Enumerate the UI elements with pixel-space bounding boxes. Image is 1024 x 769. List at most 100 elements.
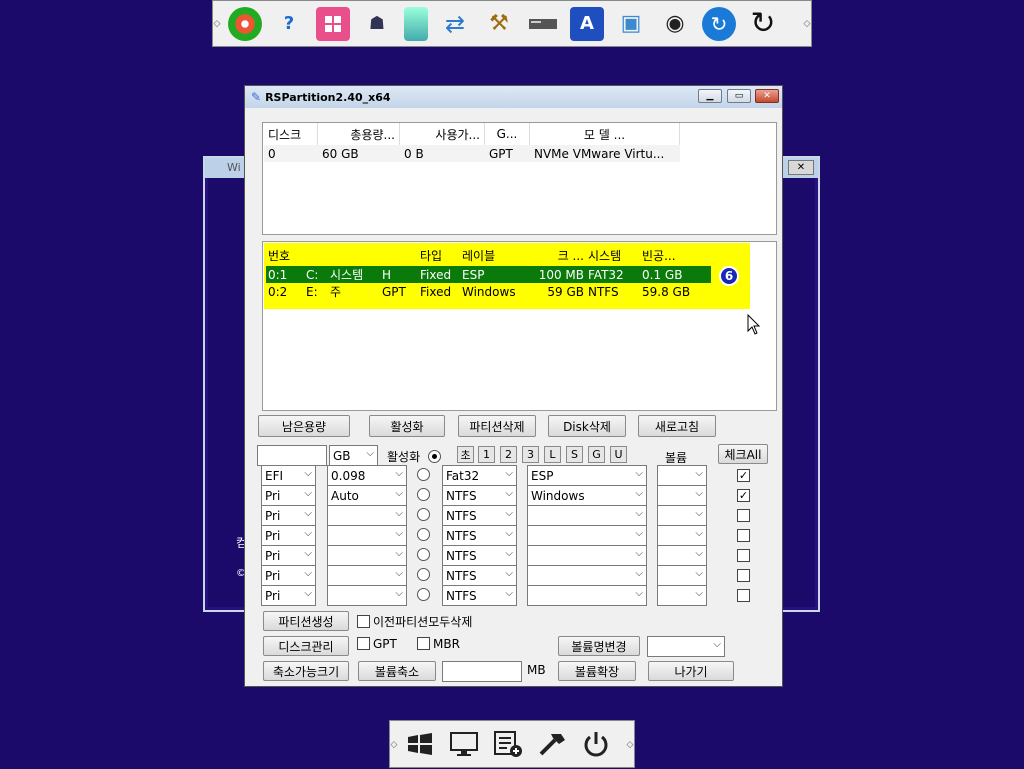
volume-select[interactable]: ⌵: [657, 485, 707, 506]
filesystem-select[interactable]: NTFS ⌵: [442, 505, 517, 526]
close-button[interactable]: ✕: [755, 89, 779, 103]
active-radio[interactable]: [428, 450, 441, 463]
partition-checkbox[interactable]: [737, 589, 750, 602]
mbr-checkbox[interactable]: [417, 637, 430, 650]
background-close-button[interactable]: ✕: [788, 160, 814, 175]
volume-select[interactable]: ⌵: [657, 525, 707, 546]
hammer-icon[interactable]: [534, 726, 570, 762]
exit-button[interactable]: 나가기: [648, 661, 734, 681]
partition-active-radio[interactable]: [417, 488, 430, 501]
partition-list[interactable]: 번호 타입 레이블 크 ... 시스템 빈공... 0:1 C: 시스템 H F…: [262, 241, 777, 411]
drive-icon[interactable]: [526, 7, 560, 41]
init-button-2[interactable]: 2: [500, 446, 517, 463]
windows-tiles-icon[interactable]: [316, 6, 350, 41]
partition-active-radio[interactable]: [417, 548, 430, 561]
total-size-header[interactable]: 총용량...: [318, 123, 400, 145]
partition-type-select[interactable]: Pri ⌵: [261, 505, 316, 526]
sync-icon[interactable]: ↻: [702, 6, 736, 41]
partition-checkbox[interactable]: [737, 529, 750, 542]
partition-size-select[interactable]: ⌵: [327, 545, 407, 566]
disk-management-button[interactable]: 디스크관리: [263, 636, 349, 656]
delete-previous-checkbox[interactable]: [357, 615, 370, 628]
refresh-icon[interactable]: ↻: [746, 6, 780, 41]
volume-select[interactable]: ⌵: [657, 465, 707, 486]
delete-partition-button[interactable]: 파티션삭제: [458, 415, 536, 437]
init-button-1[interactable]: 1: [478, 446, 495, 463]
partition-checkbox[interactable]: [737, 569, 750, 582]
available-header[interactable]: 사용가...: [400, 123, 485, 145]
label-select[interactable]: ⌵: [527, 505, 647, 526]
partition-type-select[interactable]: Pri ⌵: [261, 565, 316, 586]
label-header[interactable]: 레이블: [460, 247, 526, 264]
partition-type-select[interactable]: Pri ⌵: [261, 525, 316, 546]
partition-type-select[interactable]: Pri ⌵: [261, 485, 316, 506]
partition-checkbox[interactable]: ✓: [737, 489, 750, 502]
camera-icon[interactable]: ◉: [658, 7, 692, 41]
shrink-volume-button[interactable]: 볼륨축소: [358, 661, 436, 681]
partition-size-select[interactable]: ⌵: [327, 565, 407, 586]
free-space-header[interactable]: 빈공...: [640, 247, 702, 264]
activate-button[interactable]: 활성화: [369, 415, 445, 437]
label-select[interactable]: ⌵: [527, 525, 647, 546]
number-header[interactable]: 번호: [266, 247, 304, 264]
monitor-icon[interactable]: [446, 726, 482, 762]
maximize-button[interactable]: ▭: [727, 89, 751, 103]
init-button-3[interactable]: 3: [522, 446, 539, 463]
refresh-button[interactable]: 새로고침: [638, 415, 716, 437]
partition-active-radio[interactable]: [417, 468, 430, 481]
partition-size-select[interactable]: ⌵: [327, 585, 407, 606]
delete-disk-button[interactable]: Disk삭제: [548, 415, 626, 437]
partition-active-radio[interactable]: [417, 528, 430, 541]
grip-left[interactable]: ◇: [390, 721, 398, 769]
volume-select[interactable]: ⌵: [657, 585, 707, 606]
volume-select[interactable]: ⌵: [657, 545, 707, 566]
size-input[interactable]: [257, 445, 327, 466]
partition-active-radio[interactable]: [417, 508, 430, 521]
volume-name-select[interactable]: ⌵: [647, 636, 725, 657]
label-select[interactable]: ⌵: [527, 585, 647, 606]
windows-flag-icon[interactable]: [402, 726, 438, 762]
grip-right[interactable]: ◇: [626, 721, 634, 769]
tools-icon[interactable]: ⚒: [482, 7, 516, 41]
filesystem-select[interactable]: NTFS ⌵: [442, 565, 517, 586]
gpt-header[interactable]: G...: [485, 123, 530, 145]
filesystem-select[interactable]: NTFS ⌵: [442, 545, 517, 566]
help-icon[interactable]: ?: [272, 7, 306, 41]
disk-row[interactable]: 0 60 GB 0 B GPT NVMe VMware Virtu...: [264, 145, 680, 162]
computer-icon[interactable]: ▣: [614, 7, 648, 41]
size-header[interactable]: 크 ...: [526, 247, 586, 264]
check-all-button[interactable]: 체크All: [718, 444, 768, 464]
partition-type-select[interactable]: Pri ⌵: [261, 545, 316, 566]
partition-active-radio[interactable]: [417, 568, 430, 581]
create-partition-button[interactable]: 파티션생성: [263, 611, 349, 631]
partition-row-selected[interactable]: 0:1 C: 시스템 H Fixed ESP 100 MB FAT32 0.1 …: [266, 266, 711, 283]
shrinkable-size-button[interactable]: 축소가능크기: [263, 661, 349, 681]
filesystem-select[interactable]: NTFS ⌵: [442, 525, 517, 546]
partition-checkbox[interactable]: ✓: [737, 469, 750, 482]
partition-checkbox[interactable]: [737, 549, 750, 562]
network-icon[interactable]: ⇄: [438, 7, 472, 41]
disk-icon[interactable]: [228, 6, 262, 41]
init-button-g[interactable]: G: [588, 446, 605, 463]
shrink-size-input[interactable]: [442, 661, 522, 682]
partition-active-radio[interactable]: [417, 588, 430, 601]
grip-left[interactable]: ◇: [213, 0, 221, 47]
init-button-u[interactable]: U: [610, 446, 627, 463]
extend-volume-button[interactable]: 볼륨확장: [558, 661, 636, 681]
rename-volume-button[interactable]: 볼륨명변경: [558, 636, 640, 656]
label-select[interactable]: ⌵: [527, 565, 647, 586]
partition-size-select[interactable]: Auto ⌵: [327, 485, 407, 506]
type-header[interactable]: 타입: [418, 247, 460, 264]
minimize-button[interactable]: ▁: [698, 89, 722, 103]
partition-size-select[interactable]: 0.098 ⌵: [327, 465, 407, 486]
filesystem-select[interactable]: NTFS ⌵: [442, 485, 517, 506]
partition-type-select[interactable]: EFI ⌵: [261, 465, 316, 486]
unit-select[interactable]: GB ⌵: [329, 445, 378, 466]
power-icon[interactable]: [578, 726, 614, 762]
phone-icon[interactable]: [404, 6, 428, 41]
gpt-checkbox[interactable]: [357, 637, 370, 650]
init-button-cho[interactable]: 초: [457, 446, 474, 463]
disk-list[interactable]: 디스크 총용량... 사용가... G... 모 델 ... 0 60 GB 0…: [262, 122, 777, 235]
volume-select[interactable]: ⌵: [657, 565, 707, 586]
remaining-space-button[interactable]: 남은용량: [258, 415, 350, 437]
